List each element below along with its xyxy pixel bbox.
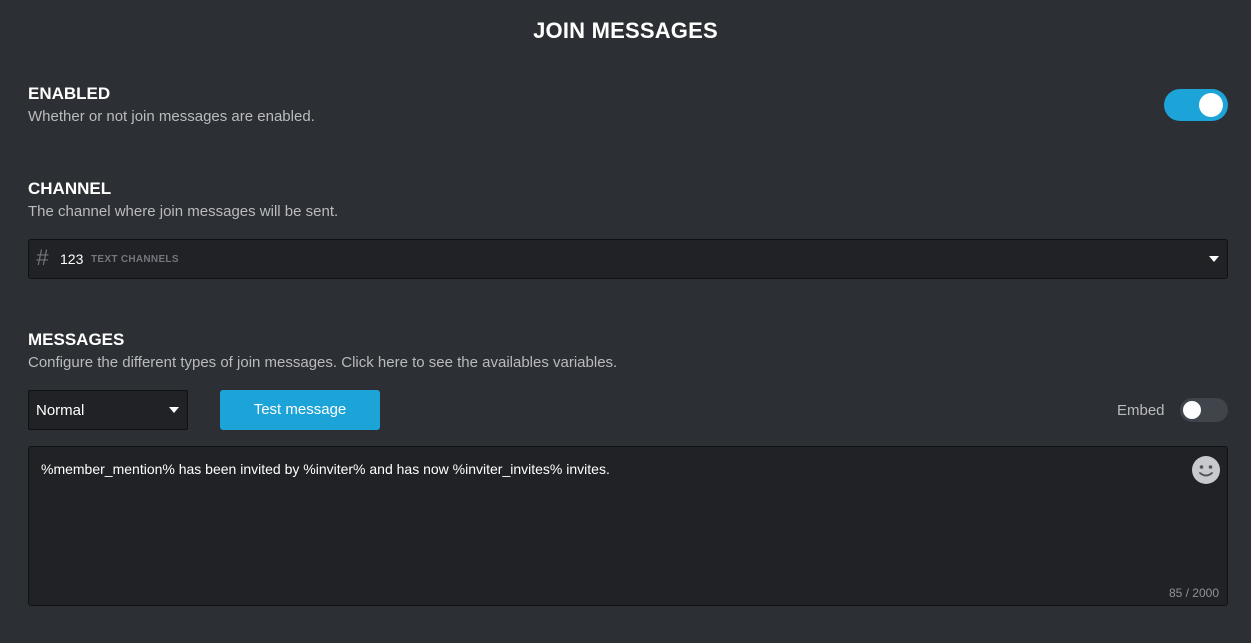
message-type-select[interactable]: Normal (28, 390, 188, 430)
character-count: 85 / 2000 (1168, 586, 1219, 600)
selected-channel-category: TEXT CHANNELS (91, 254, 179, 265)
enabled-toggle-knob (1199, 93, 1223, 117)
enabled-toggle[interactable] (1164, 89, 1228, 121)
chevron-down-icon (1209, 256, 1219, 262)
test-message-button[interactable]: Test message (220, 390, 380, 430)
message-type-value: Normal (36, 402, 85, 419)
message-text[interactable]: %member_mention% has been invited by %in… (41, 461, 610, 477)
message-textarea[interactable]: %member_mention% has been invited by %in… (28, 446, 1228, 606)
enabled-title: ENABLED (28, 84, 111, 103)
smiley-icon[interactable] (1191, 455, 1221, 485)
channel-title: CHANNEL (28, 179, 112, 198)
join-messages-page: JOIN MESSAGES ENABLED Whether or not joi… (0, 0, 1251, 643)
messages-title: MESSAGES (28, 330, 125, 349)
channel-select[interactable]: # 123 TEXT CHANNELS (28, 239, 1228, 279)
chevron-down-icon (169, 407, 179, 413)
page-title: JOIN MESSAGES (533, 18, 718, 43)
hash-icon: # (36, 245, 49, 270)
enabled-description: Whether or not join messages are enabled… (28, 108, 315, 125)
selected-channel-name: 123 (60, 251, 84, 267)
messages-description[interactable]: Configure the different types of join me… (28, 354, 617, 371)
embed-label: Embed (1117, 402, 1165, 419)
embed-toggle[interactable] (1180, 398, 1228, 422)
channel-description: The channel where join messages will be … (28, 203, 339, 220)
embed-toggle-knob (1183, 401, 1201, 419)
